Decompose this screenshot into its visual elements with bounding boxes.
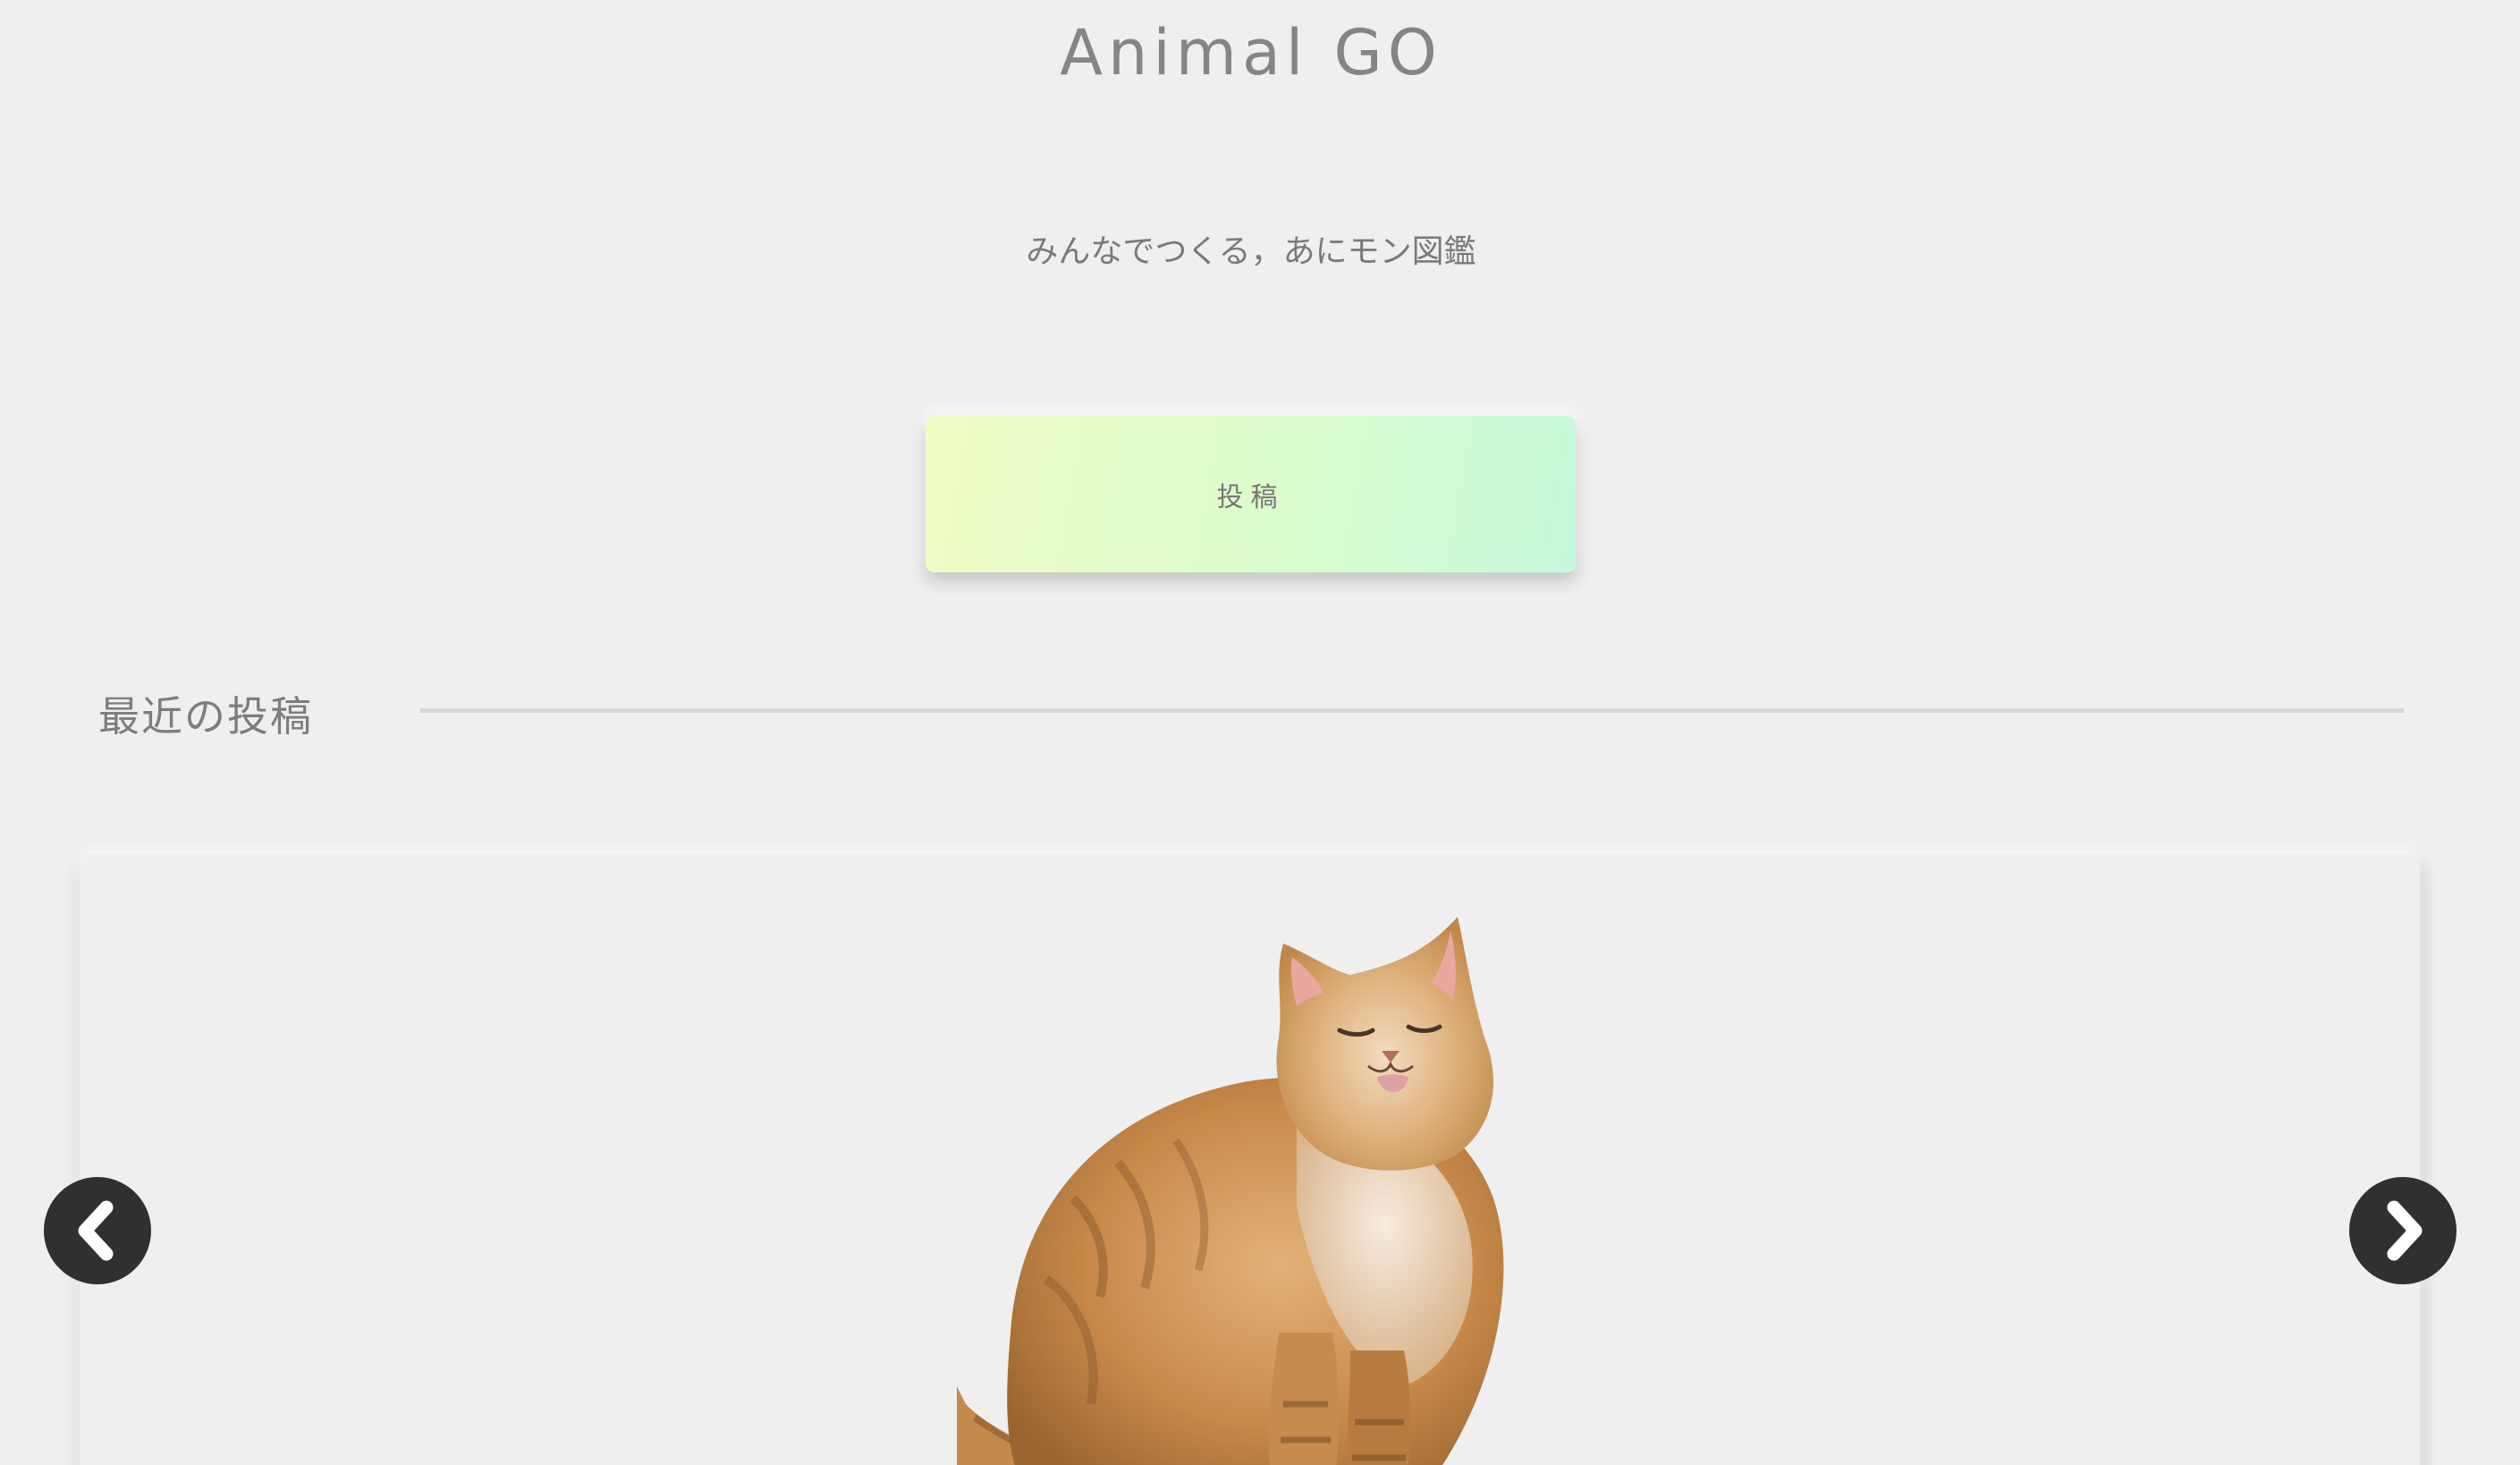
carousel-prev-button[interactable]	[44, 1177, 151, 1284]
tagline: みんなでつくる，あにモン図鑑	[1026, 233, 1476, 270]
post-button[interactable]: 投稿	[926, 416, 1576, 572]
chevron-left-icon	[78, 1200, 114, 1261]
recent-posts-heading: 最近の投稿	[98, 692, 313, 741]
page: Animal GO みんなでつくる，あにモン図鑑 投稿 最近の投稿	[0, 0, 2520, 1465]
carousel-next-button[interactable]	[2349, 1177, 2457, 1284]
site-title: Animal GO	[1060, 16, 1442, 89]
cat-image	[957, 917, 1504, 1465]
recent-post-card[interactable]	[80, 854, 2420, 1465]
chevron-right-icon	[2387, 1200, 2423, 1261]
section-divider	[420, 708, 2404, 713]
